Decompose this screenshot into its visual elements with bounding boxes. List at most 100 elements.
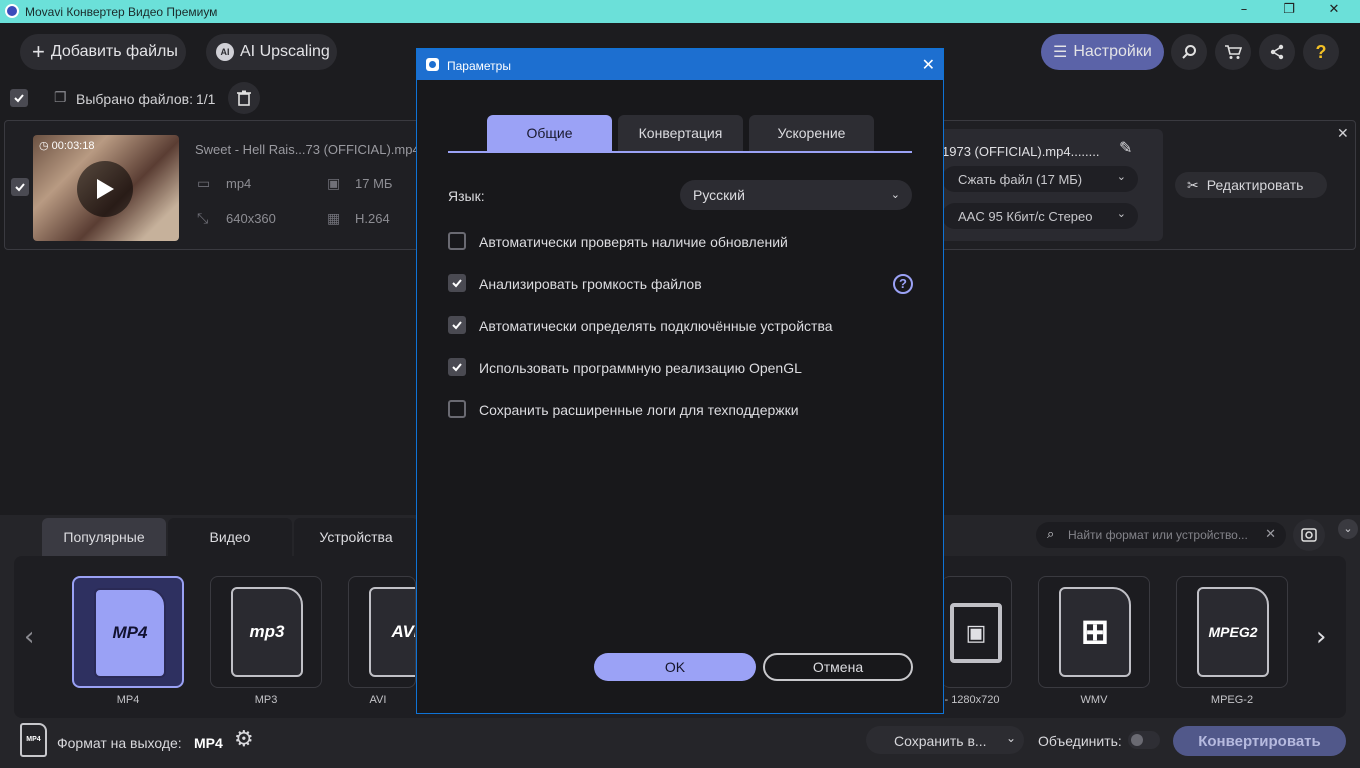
file-size: 17 МБ — [355, 176, 393, 191]
video-thumbnail[interactable]: ◷ 00:03:18 — [33, 135, 179, 241]
audio-dropdown[interactable]: AAC 95 Кбит/с Стерео ⌄ — [942, 203, 1138, 229]
minimize-button[interactable]: – — [1229, 2, 1259, 20]
tab-acceleration[interactable]: Ускорение — [749, 115, 874, 151]
disk-icon: ▣ — [327, 175, 341, 191]
help-circle-icon[interactable]: ? — [893, 274, 913, 294]
selected-files-label: Выбрано файлов: — [76, 91, 193, 107]
chevron-left-icon[interactable]: ‹ — [24, 622, 34, 652]
tab-popular[interactable]: Популярные — [42, 518, 166, 556]
dialog-close-icon[interactable]: ✕ — [922, 55, 935, 74]
close-window-button[interactable]: ✕ — [1319, 2, 1349, 20]
sliders-icon: ☰ — [1053, 44, 1068, 61]
cart-icon[interactable] — [1215, 34, 1251, 70]
analyze-volume-checkbox[interactable] — [448, 274, 466, 292]
tab-video[interactable]: Видео — [168, 518, 292, 556]
compress-dropdown[interactable]: Сжать файл (17 МБ) ⌄ — [942, 166, 1138, 192]
help-icon[interactable]: ? — [1303, 34, 1339, 70]
android-icon: ▣ — [950, 603, 1002, 663]
extended-logs-checkbox[interactable] — [448, 400, 466, 418]
save-to-button[interactable]: Сохранить в... ⌄ — [866, 726, 1024, 754]
files-stack-icon: ❐ — [54, 89, 67, 105]
format-mp3[interactable]: mp3 — [210, 576, 322, 688]
chevron-down-icon: ⌄ — [1116, 208, 1126, 220]
format-wmv[interactable]: ⊞ — [1038, 576, 1150, 688]
format-mp4[interactable]: MP4 — [72, 576, 184, 688]
app-icon — [5, 4, 19, 18]
add-files-button[interactable]: + Добавить файлы — [20, 34, 186, 70]
share-icon[interactable] — [1259, 34, 1295, 70]
language-label: Язык: — [448, 188, 485, 204]
output-format-icon[interactable]: MP4 — [20, 723, 47, 757]
chevron-down-icon: ⌄ — [1116, 171, 1126, 183]
clear-search-icon[interactable]: ✕ — [1265, 527, 1276, 542]
output-file-name: 1973 (OFFICIAL).mp4........ — [942, 144, 1100, 159]
format-avi[interactable]: AVI — [348, 576, 416, 688]
windows-icon: ⊞ — [1059, 587, 1131, 677]
tab-underline — [448, 151, 912, 153]
title-bar: Movavi Конвертер Видео Премиум – ❐ ✕ — [0, 0, 1360, 23]
clock-icon: ◷ — [39, 140, 52, 152]
chevron-down-icon[interactable]: ⌄ — [1006, 731, 1016, 745]
convert-button[interactable]: Конвертировать — [1173, 726, 1346, 756]
ai-icon: AI — [216, 43, 234, 61]
format-label: MP4 — [116, 694, 140, 706]
plus-icon: + — [32, 39, 45, 64]
format-label: AVI — [369, 694, 387, 706]
merge-toggle[interactable] — [1128, 731, 1160, 749]
codec-icon: ▦ — [327, 210, 341, 226]
dialog-title-bar: Параметры ✕ — [417, 49, 943, 80]
format-label: WMV — [1080, 694, 1108, 706]
edit-button[interactable]: ✂ Редактировать — [1175, 172, 1327, 198]
output-format-value: MP4 — [194, 735, 223, 751]
format-label: MPEG-2 — [1210, 694, 1254, 706]
file-name: Sweet - Hell Rais...73 (OFFICIAL).mp4 — [195, 142, 420, 157]
ok-button[interactable]: OK — [594, 653, 756, 681]
remove-file-icon[interactable]: ✕ — [1337, 126, 1349, 142]
format-label: - 1280x720 — [944, 694, 1000, 706]
trash-icon[interactable] — [228, 82, 260, 114]
search-icon[interactable] — [1171, 34, 1207, 70]
collapse-panel-icon[interactable]: ⌄ — [1338, 519, 1358, 539]
check-updates-checkbox[interactable] — [448, 232, 466, 250]
settings-dialog: Параметры ✕ Общие Конвертация Ускорение … — [416, 48, 944, 714]
file-codec: H.264 — [355, 211, 390, 226]
cancel-button[interactable]: Отмена — [763, 653, 913, 681]
search-icon: ⌕ — [1047, 526, 1055, 541]
format-search-input[interactable]: ⌕ Найти формат или устройство... ✕ — [1036, 522, 1286, 548]
search-device-icon[interactable] — [1293, 519, 1325, 551]
settings-label: Настройки — [1073, 43, 1152, 60]
add-files-label: Добавить файлы — [50, 43, 178, 60]
dialog-title: Параметры — [447, 59, 511, 73]
mp3-icon: mp3 — [231, 587, 303, 677]
tab-general[interactable]: Общие — [487, 115, 612, 151]
ai-upscaling-button[interactable]: AI AI Upscaling — [206, 34, 337, 70]
tab-devices[interactable]: Устройства — [294, 518, 418, 556]
format-mpeg2[interactable]: MPEG2 — [1176, 576, 1288, 688]
resize-icon: ⤡ — [197, 210, 209, 226]
tab-conversion[interactable]: Конвертация — [618, 115, 743, 151]
chevron-right-icon[interactable]: › — [1316, 622, 1326, 652]
merge-label: Объединить: — [1038, 733, 1122, 749]
play-icon[interactable] — [77, 161, 133, 217]
selected-files-count: 1/1 — [196, 91, 216, 107]
mp4-icon: MP4 — [94, 588, 166, 678]
ai-upscaling-label: AI Upscaling — [240, 43, 330, 60]
gear-icon[interactable]: ⚙ — [234, 727, 254, 752]
scissors-icon: ✂ — [1187, 176, 1199, 193]
file-checkbox[interactable] — [11, 178, 29, 196]
format-android[interactable]: ▣ — [942, 576, 1012, 688]
maximize-button[interactable]: ❐ — [1274, 2, 1304, 20]
software-opengl-checkbox[interactable] — [448, 358, 466, 376]
select-all-checkbox[interactable] — [10, 89, 28, 107]
output-format-label: Формат на выходе: — [57, 735, 182, 751]
language-select[interactable]: Русский ⌄ — [680, 180, 912, 210]
settings-button[interactable]: ☰ Настройки — [1041, 34, 1164, 70]
chevron-down-icon: ⌄ — [890, 189, 900, 201]
detect-devices-checkbox[interactable] — [448, 316, 466, 334]
pencil-icon[interactable]: ✎ — [1119, 138, 1132, 158]
file-resolution: 640x360 — [226, 211, 276, 226]
file-container: mp4 — [226, 176, 252, 191]
container-icon: ▭ — [197, 175, 211, 191]
format-label: MP3 — [254, 694, 278, 706]
avi-icon: AVI — [369, 587, 415, 677]
